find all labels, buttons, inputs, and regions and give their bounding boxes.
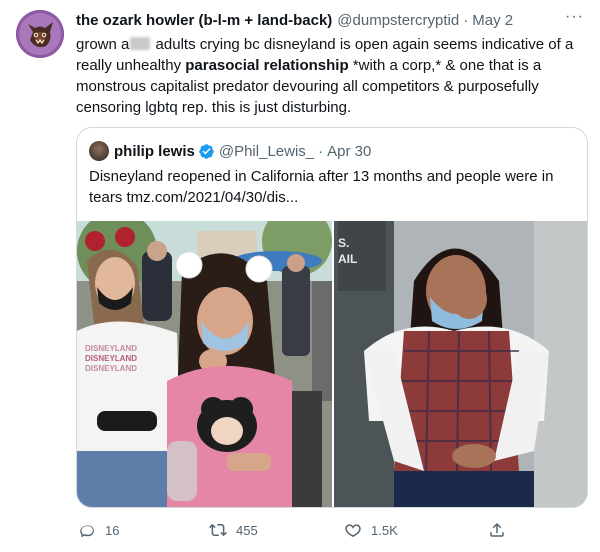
quoted-author-avatar (89, 141, 109, 161)
quoted-author-handle: @Phil_Lewis_ (218, 142, 315, 160)
author-avatar[interactable] (16, 10, 64, 58)
photo-left[interactable]: DISNEYLAND DISNEYLAND DISNEYLAND (77, 221, 332, 507)
tweet-text-part1: grown a (76, 36, 130, 53)
tweet-actions: 16 455 1.5K (76, 518, 588, 542)
censor-blur (130, 37, 151, 50)
like-button[interactable]: 1.5K (344, 521, 398, 539)
quoted-tweet[interactable]: philip lewis @Phil_Lewis_ · Apr 30 Disne… (76, 127, 588, 508)
more-icon[interactable]: ··· (565, 8, 584, 26)
shirt-text-1: DISNEYLAND (85, 344, 137, 353)
reply-count: 16 (105, 522, 120, 538)
tweet-header: the ozark howler (b-l-m + land-back) @du… (76, 8, 584, 30)
retweet-button[interactable]: 455 (209, 521, 258, 539)
quoted-header-separator: · (318, 142, 324, 160)
tweet-text: grown a adults crying bc disneyland is o… (76, 34, 588, 118)
retweet-icon (209, 523, 227, 537)
like-count: 1.5K (371, 522, 398, 538)
share-icon (490, 522, 504, 537)
verified-badge-icon (199, 143, 214, 159)
photo-right-image: S. AIL (334, 221, 587, 507)
quoted-tweet-media: DISNEYLAND DISNEYLAND DISNEYLAND S. AIL (77, 221, 587, 507)
quoted-tweet-header: philip lewis @Phil_Lewis_ · Apr 30 (89, 140, 371, 162)
retweet-count: 455 (236, 522, 258, 538)
tweet-text-bold: parasocial relationship (185, 57, 349, 74)
photo-right[interactable]: S. AIL (334, 221, 587, 507)
sign-text-2: AIL (338, 252, 357, 266)
quoted-author-name: philip lewis (114, 142, 195, 160)
tweet-date[interactable]: May 2 (472, 12, 513, 29)
heart-icon (345, 524, 361, 537)
shirt-text-3: DISNEYLAND (85, 364, 137, 373)
reply-icon (80, 525, 94, 538)
sign-text-1: S. (338, 236, 349, 250)
header-separator: · (463, 11, 469, 29)
author-display-name[interactable]: the ozark howler (b-l-m + land-back) (76, 12, 332, 29)
quoted-tweet-date: Apr 30 (327, 142, 372, 160)
photo-left-image: DISNEYLAND DISNEYLAND DISNEYLAND (77, 221, 332, 507)
author-avatar-image (16, 10, 64, 58)
author-handle[interactable]: @dumpstercryptid (337, 12, 459, 29)
share-button[interactable] (488, 521, 515, 539)
quoted-tweet-text: Disneyland reopened in California after … (89, 168, 554, 206)
reply-button[interactable]: 16 (78, 521, 119, 539)
tweet[interactable]: the ozark howler (b-l-m + land-back) @du… (0, 0, 600, 552)
shirt-text-2: DISNEYLAND (85, 354, 137, 363)
